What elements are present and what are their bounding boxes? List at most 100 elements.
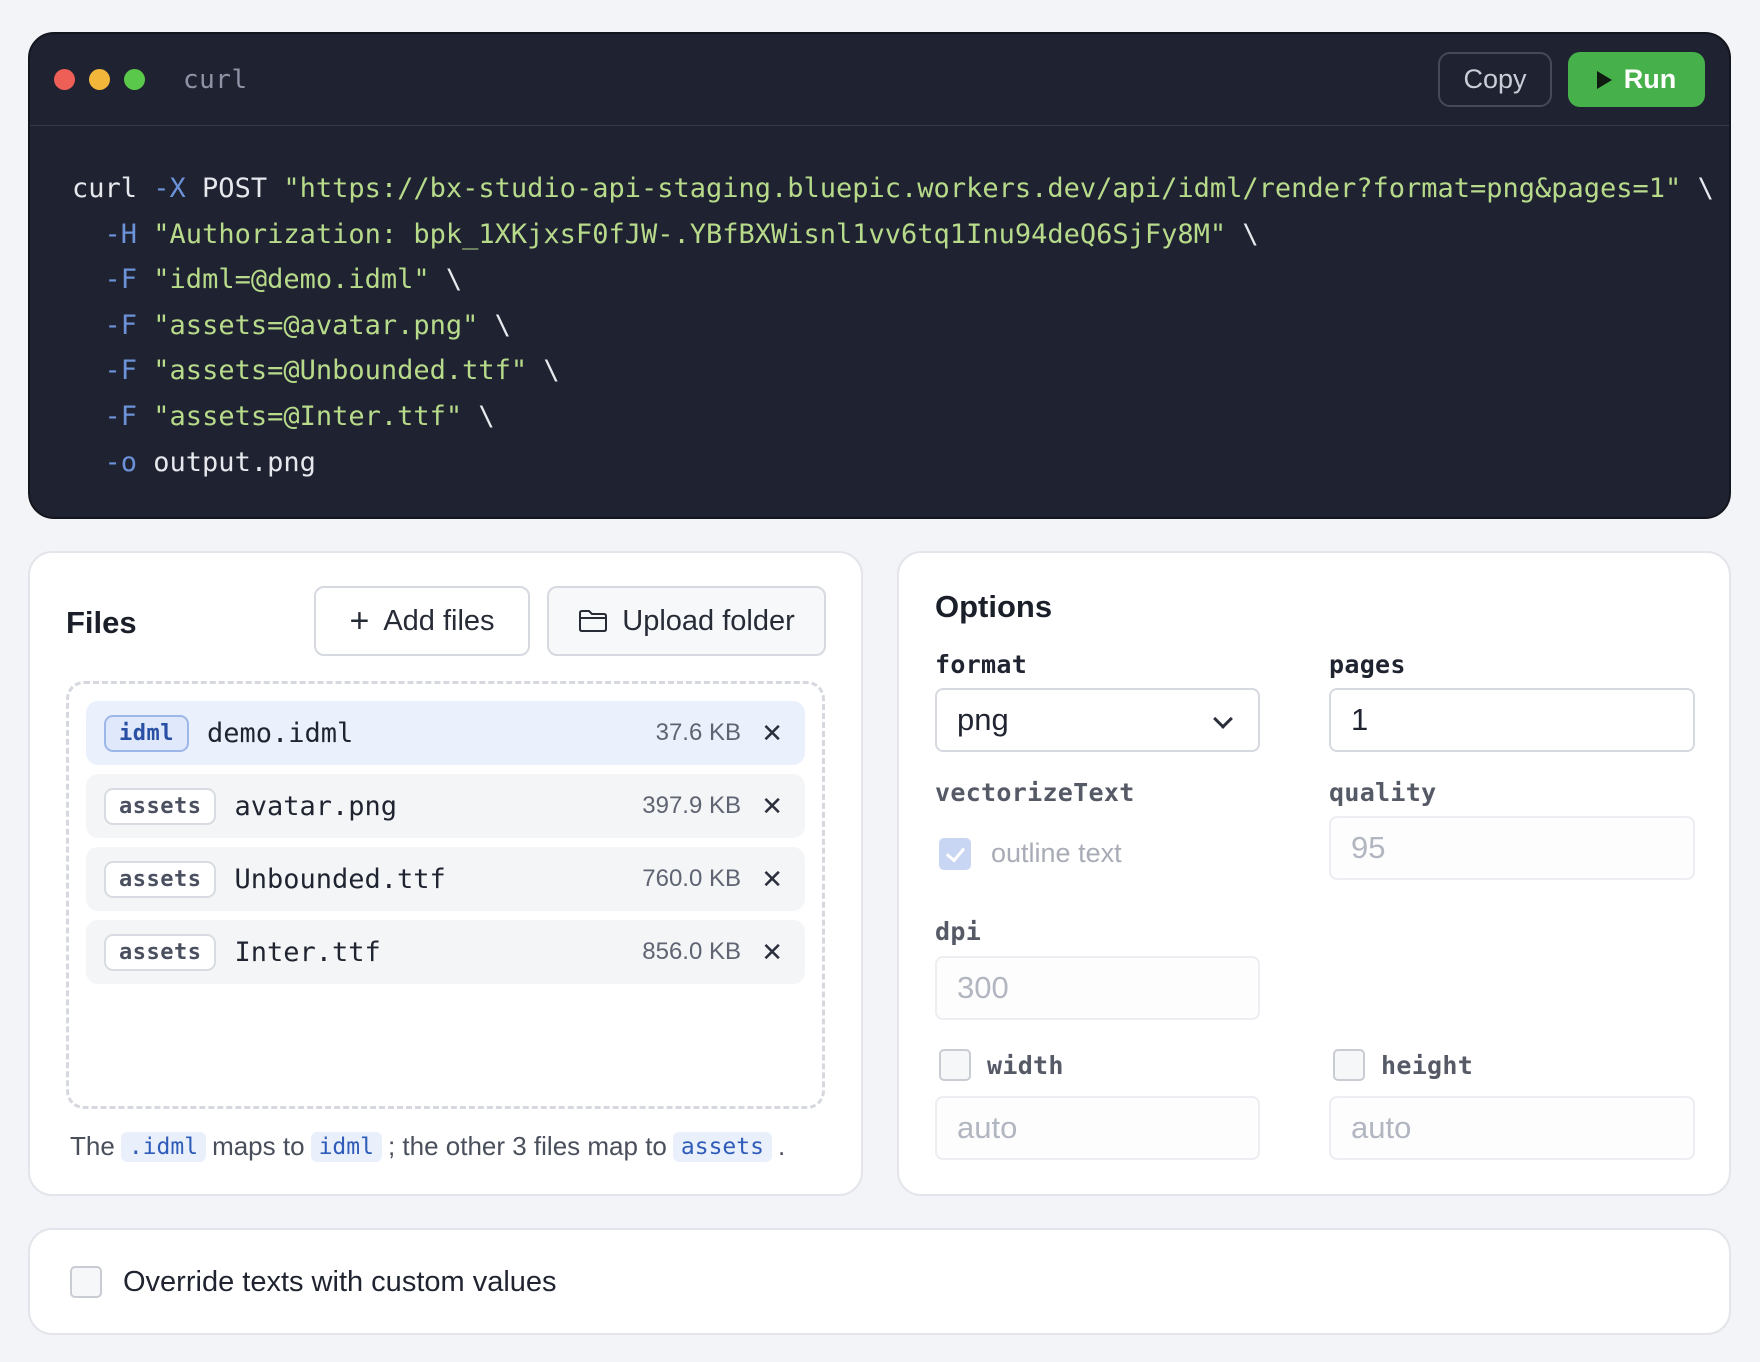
pages-label: pages — [1329, 650, 1406, 679]
code-line: -F "assets=@avatar.png" \ — [72, 303, 1729, 349]
file-name: Unbounded.ttf — [234, 863, 446, 895]
vectorize-text-label: vectorizeText — [935, 778, 1135, 807]
code-line: -F "assets=@Unbounded.ttf" \ — [72, 348, 1729, 394]
file-size: 397.9 KB — [642, 792, 741, 819]
code-line: curl -X POST "https://bx-studio-api-stag… — [72, 166, 1729, 212]
remove-file-icon[interactable]: ✕ — [761, 791, 783, 822]
file-name: demo.idml — [206, 717, 354, 749]
file-size: 760.0 KB — [642, 865, 741, 892]
files-title: Files — [66, 605, 137, 640]
dpi-input[interactable]: 300 — [935, 956, 1260, 1020]
height-label: height — [1381, 1051, 1474, 1080]
width-checkbox[interactable] — [939, 1049, 971, 1081]
file-type-badge: assets — [104, 860, 217, 898]
quality-input[interactable]: 95 — [1329, 816, 1695, 880]
folder-icon — [579, 610, 608, 632]
play-icon — [1596, 70, 1612, 89]
curl-command-code: curl -X POST "https://bx-studio-api-stag… — [30, 126, 1729, 485]
maximize-window-dot[interactable] — [124, 69, 145, 90]
code-token: output.png — [137, 446, 316, 478]
options-title: Options — [935, 589, 1053, 624]
close-window-dot[interactable] — [54, 69, 75, 90]
code-token: "idml=@demo.idml" — [153, 264, 430, 296]
width-placeholder: auto — [957, 1110, 1018, 1145]
dpi-placeholder: 300 — [957, 970, 1009, 1005]
file-dropzone[interactable]: idml demo.idml 37.6 KB ✕ assets avatar.p… — [66, 681, 825, 1109]
width-label: width — [987, 1051, 1064, 1080]
code-token: -F — [104, 355, 138, 387]
file-row[interactable]: assets avatar.png 397.9 KB ✕ — [86, 774, 805, 838]
note-code-chip: .idml — [120, 1131, 207, 1162]
code-token: \ — [1226, 218, 1259, 250]
note-text: ; the other 3 files map to — [387, 1131, 667, 1161]
file-row[interactable]: assets Unbounded.ttf 760.0 KB ✕ — [86, 847, 805, 911]
note-text: . — [777, 1131, 786, 1161]
file-size: 37.6 KB — [655, 719, 741, 746]
height-checkbox[interactable] — [1333, 1049, 1365, 1081]
height-input[interactable]: auto — [1329, 1096, 1695, 1160]
width-input[interactable]: auto — [935, 1096, 1260, 1160]
copy-button[interactable]: Copy — [1438, 52, 1552, 107]
quality-label: quality — [1329, 778, 1437, 807]
remove-file-icon[interactable]: ✕ — [761, 937, 783, 968]
code-token: -X — [153, 173, 186, 204]
code-line: -o output.png — [72, 440, 1729, 486]
file-mapping-note: The .idml maps to idml ; the other 3 fil… — [70, 1131, 785, 1162]
format-select[interactable]: png — [935, 688, 1260, 752]
upload-folder-button[interactable]: Upload folder — [547, 586, 826, 656]
add-files-label: Add files — [383, 604, 495, 637]
run-label: Run — [1623, 64, 1677, 94]
file-name: avatar.png — [234, 790, 398, 822]
note-text: maps to — [212, 1131, 305, 1161]
remove-file-icon[interactable]: ✕ — [761, 864, 783, 895]
note-text: The — [70, 1131, 115, 1161]
code-token: "assets=@Unbounded.ttf" — [153, 355, 528, 387]
code-token: \ — [1681, 173, 1714, 204]
file-row[interactable]: idml demo.idml 37.6 KB ✕ — [86, 701, 805, 765]
remove-file-icon[interactable]: ✕ — [761, 718, 783, 749]
code-line: -H "Authorization: bpk_1XKjxsF0fJW-.YBfB… — [72, 212, 1729, 258]
pages-input[interactable]: 1 — [1329, 688, 1695, 752]
override-texts-panel: Override texts with custom values — [28, 1228, 1731, 1335]
code-token: \ — [462, 400, 495, 432]
code-token: "assets=@avatar.png" — [153, 309, 479, 341]
minimize-window-dot[interactable] — [89, 69, 110, 90]
code-token: curl — [72, 173, 154, 204]
code-token: -H — [104, 218, 138, 250]
options-panel: Options format png pages 1 vectorizeText… — [897, 551, 1731, 1196]
file-size: 856.0 KB — [642, 938, 741, 965]
files-panel: Files + Add files Upload folder idml dem… — [28, 551, 863, 1196]
add-files-button[interactable]: + Add files — [314, 586, 530, 656]
file-row[interactable]: assets Inter.ttf 856.0 KB ✕ — [86, 920, 805, 984]
code-token: "assets=@Inter.ttf" — [153, 400, 463, 432]
quality-placeholder: 95 — [1351, 830, 1386, 865]
code-line: -F "idml=@demo.idml" \ — [72, 257, 1729, 303]
height-placeholder: auto — [1351, 1110, 1412, 1145]
code-token: -F — [104, 264, 138, 296]
dpi-label: dpi — [935, 917, 982, 946]
vectorize-text-checkbox[interactable] — [939, 838, 971, 870]
code-token: POST — [185, 173, 284, 204]
override-texts-checkbox[interactable] — [70, 1266, 102, 1298]
override-texts-label[interactable]: Override texts with custom values — [123, 1266, 557, 1299]
upload-folder-label: Upload folder — [622, 604, 795, 637]
file-name: Inter.ttf — [234, 936, 381, 968]
terminal-title: curl — [183, 64, 248, 95]
note-code-chip: assets — [672, 1131, 772, 1162]
code-token: -F — [104, 309, 138, 341]
run-button[interactable]: Run — [1568, 52, 1705, 107]
code-token: -o — [104, 446, 138, 478]
file-type-badge: assets — [104, 787, 217, 825]
note-code-chip: idml — [310, 1131, 382, 1162]
plus-icon: + — [349, 602, 370, 640]
code-token: "https://bx-studio-api-staging.bluepic.w… — [283, 173, 1682, 204]
